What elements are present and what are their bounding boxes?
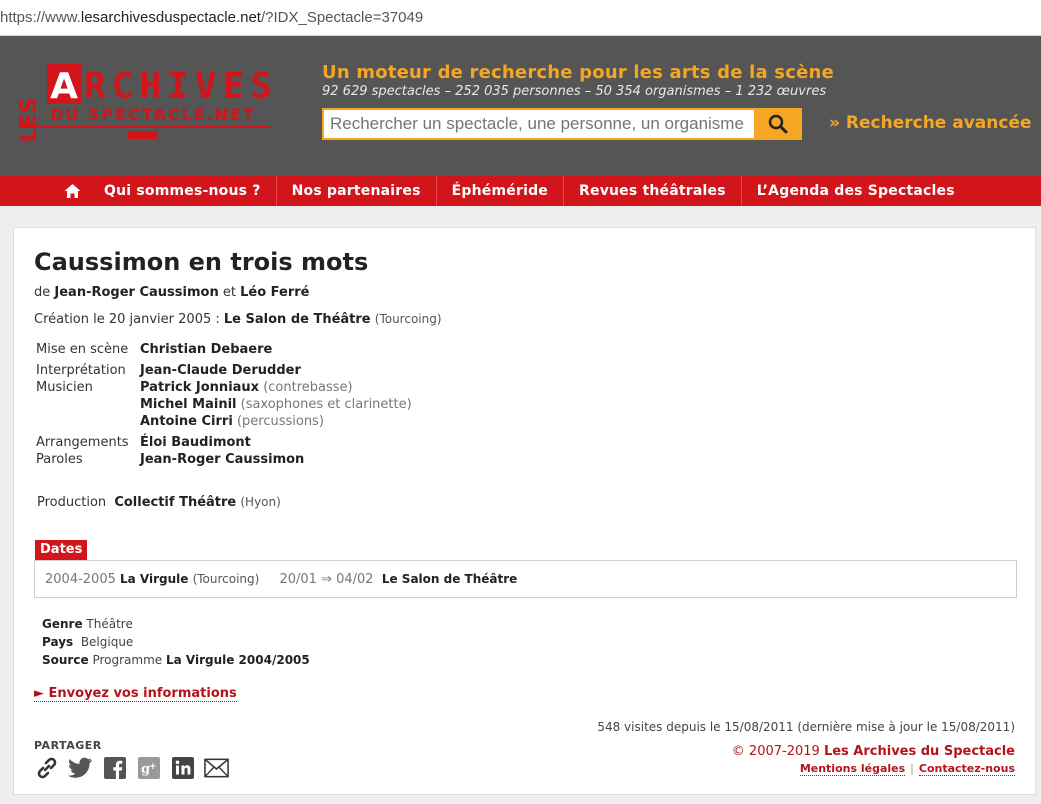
crew-role: Musicien	[36, 380, 93, 395]
site-stats: 92 629 spectacles – 252 035 personnes – …	[322, 84, 827, 99]
crew-instrument: (saxophones et clarinette)	[240, 397, 412, 412]
crew-instrument: (contrebasse)	[263, 380, 353, 395]
send-info-link[interactable]: ► Envoyez vos informations	[34, 686, 237, 702]
search-icon	[768, 114, 788, 134]
site-logo[interactable]: LES A RCHIVES DU SPECTACLE.NET	[18, 58, 278, 180]
production-city: (Hyon)	[240, 495, 281, 509]
mail-icon[interactable]	[204, 755, 229, 780]
url-domain: lesarchivesduspectacle.net	[80, 9, 261, 26]
contact-link[interactable]: Contactez-nous	[918, 762, 1015, 776]
page-title: Caussimon en trois mots	[34, 248, 369, 276]
crew-person-link[interactable]: Michel Mainil	[140, 397, 236, 412]
copyright-years: © 2007-2019	[731, 744, 820, 759]
crew-instrument: (percussions)	[236, 414, 324, 429]
authors-and: et	[222, 285, 236, 300]
genre-value: Théâtre	[86, 617, 133, 631]
search-button[interactable]	[754, 108, 802, 140]
meta-genre: Genre Théâtre	[42, 615, 310, 633]
share-bar: g +	[34, 755, 229, 780]
crew-role: Mise en scène	[36, 342, 129, 357]
source-type: Programme	[92, 653, 163, 667]
crew-role: Interprétation	[36, 363, 126, 378]
legal-link[interactable]: Mentions légales	[799, 762, 906, 776]
crew-person-link[interactable]: Jean-Roger Caussimon	[140, 452, 304, 467]
date-hall-link[interactable]: Le Salon de Théâtre	[382, 572, 517, 586]
crew-row: Mise en scène Christian Debaere	[36, 341, 412, 358]
meta-label: Source	[42, 653, 89, 667]
authors-prefix: de	[34, 285, 51, 300]
dates-tab: Dates	[35, 540, 88, 560]
crew-row: Musicien Patrick Jonniaux (contrebasse) …	[36, 379, 412, 430]
share-label: PARTAGER	[34, 739, 102, 752]
copyright: © 2007-2019 Les Archives du Spectacle	[732, 744, 1015, 759]
svg-text:RCHIVES: RCHIVES	[84, 66, 272, 107]
main-nav: Qui sommes-nous ? Nos partenaires Éphémé…	[0, 176, 1041, 206]
home-link[interactable]	[56, 176, 89, 206]
site-tagline: Un moteur de recherche pour les arts de …	[322, 62, 834, 83]
show-meta: Genre Théâtre Pays Belgique Source Progr…	[42, 615, 310, 669]
linkedin-icon[interactable]	[170, 755, 195, 780]
dates-table: 2004-2005 La Virgule (Tourcoing) 20/01 ⇒…	[34, 560, 1017, 598]
crew-role: Arrangements	[36, 435, 129, 450]
url-prefix: https://www.	[0, 9, 81, 26]
creation-city: (Tourcoing)	[374, 312, 442, 326]
crew-list: Mise en scène Christian Debaere Interpré…	[36, 341, 412, 468]
search-form	[322, 108, 802, 140]
address-bar[interactable]: https://www.lesarchivesduspectacle.net/?…	[0, 0, 1041, 36]
production-label: Production	[37, 495, 107, 510]
svg-text:A: A	[50, 66, 78, 107]
footer-separator: |	[910, 762, 914, 775]
search-input[interactable]	[322, 108, 754, 140]
link-icon[interactable]	[34, 755, 59, 780]
author-link[interactable]: Léo Ferré	[240, 285, 309, 300]
author-link[interactable]: Jean-Roger Caussimon	[54, 285, 218, 300]
crew-person-link[interactable]: Patrick Jonniaux	[140, 380, 259, 395]
copyright-brand[interactable]: Les Archives du Spectacle	[824, 744, 1015, 759]
pays-value: Belgique	[80, 635, 134, 649]
nav-item-revues[interactable]: Revues théâtrales	[563, 176, 741, 206]
show-creation: Création le 20 janvier 2005 : Le Salon d…	[34, 312, 442, 327]
meta-label: Genre	[42, 617, 83, 631]
source-link[interactable]: La Virgule 2004/2005	[166, 653, 310, 667]
nav-item-agenda[interactable]: L’Agenda des Spectacles	[740, 176, 970, 206]
date-city: (Tourcoing)	[192, 572, 260, 586]
nav-item-qui-sommes-nous[interactable]: Qui sommes-nous ?	[89, 176, 276, 206]
crew-row: Arrangements Éloi Baudimont	[36, 434, 412, 451]
nav-item-partenaires[interactable]: Nos partenaires	[275, 176, 436, 206]
crew-person-link[interactable]: Jean-Claude Derudder	[140, 363, 301, 378]
show-card: Caussimon en trois mots de Jean-Roger Ca…	[13, 227, 1036, 795]
twitter-icon[interactable]	[68, 755, 93, 780]
svg-text:+: +	[149, 762, 157, 772]
svg-text:LES: LES	[18, 98, 42, 143]
home-icon	[64, 184, 81, 198]
date-season: 2004-2005	[45, 572, 116, 587]
production-line: Production Collectif Théâtre (Hyon)	[37, 495, 281, 510]
crew-person-link[interactable]: Éloi Baudimont	[140, 435, 251, 450]
crew-person-link[interactable]: Christian Debaere	[140, 342, 272, 357]
show-authors: de Jean-Roger Caussimon et Léo Ferré	[34, 285, 309, 300]
nav-item-ephemeride[interactable]: Éphéméride	[435, 176, 563, 206]
crew-role: Paroles	[36, 452, 83, 467]
footer-links: Mentions légales | Contactez-nous	[799, 762, 1015, 776]
url-path: /?IDX_Spectacle=37049	[260, 9, 424, 26]
svg-text:DU SPECTACLE.NET: DU SPECTACLE.NET	[50, 105, 256, 124]
facebook-icon[interactable]	[102, 755, 127, 780]
creation-date: Création le 20 janvier 2005 :	[34, 312, 220, 327]
creation-venue-link[interactable]: Le Salon de Théâtre	[224, 312, 371, 327]
production-company-link[interactable]: Collectif Théâtre	[114, 495, 236, 510]
meta-source: Source Programme La Virgule 2004/2005	[42, 651, 310, 669]
site-header: LES A RCHIVES DU SPECTACLE.NET Un moteur…	[0, 36, 1041, 176]
crew-row: Interprétation Jean-Claude Derudder	[36, 362, 412, 379]
date-range: 20/01 ⇒ 04/02	[279, 572, 374, 587]
meta-pays: Pays Belgique	[42, 633, 310, 651]
crew-person-link[interactable]: Antoine Cirri	[140, 414, 233, 429]
advanced-search-link[interactable]: » Recherche avancée	[829, 113, 1032, 133]
meta-label: Pays	[42, 635, 74, 649]
crew-row: Paroles Jean-Roger Caussimon	[36, 451, 412, 468]
date-venue-link[interactable]: La Virgule	[120, 572, 188, 586]
google-plus-icon[interactable]: g +	[136, 755, 161, 780]
visit-counter: 548 visites depuis le 15/08/2011 (derniè…	[597, 720, 1015, 734]
